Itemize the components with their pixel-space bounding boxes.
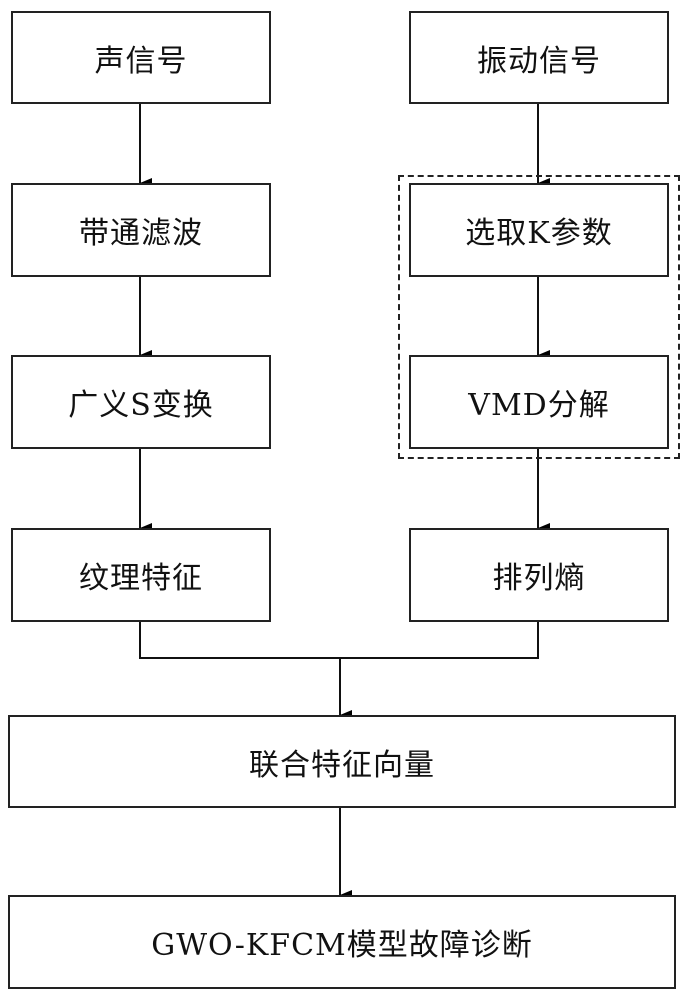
node-bandpass-filter: 带通滤波 — [11, 183, 271, 277]
node-joint-feature-vector: 联合特征向量 — [8, 715, 676, 808]
merge-connector — [139, 621, 539, 659]
node-generalized-s-transform: 广义S变换 — [11, 355, 271, 449]
node-gwo-kfcm-diagnosis: GWO-KFCM模型故障诊断 — [8, 895, 676, 989]
connector-layer — [139, 103, 550, 900]
node-texture-features: 纹理特征 — [11, 528, 271, 622]
node-vibration-signal: 振动信号 — [409, 11, 669, 104]
node-select-k-parameter: 选取K参数 — [409, 183, 669, 277]
node-permutation-entropy: 排列熵 — [409, 528, 669, 622]
node-vmd-decomposition: VMD分解 — [409, 355, 669, 449]
node-acoustic-signal: 声信号 — [11, 11, 271, 104]
